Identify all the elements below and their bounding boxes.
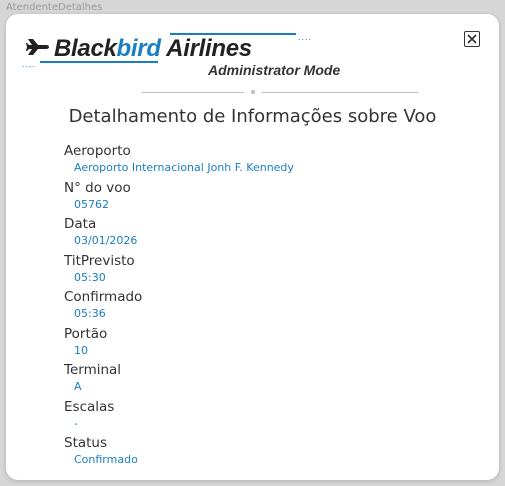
field-terminal: Terminal A xyxy=(64,361,484,398)
field-label: Confirmado xyxy=(64,289,143,305)
field-status: Status Confirmado xyxy=(64,434,484,471)
page-title: Detalhamento de Informações sobre Voo xyxy=(68,106,437,127)
field-value: - xyxy=(74,416,78,430)
field-value: 03/01/2026 xyxy=(74,234,138,247)
field-confirmado: Confirmado 05:36 xyxy=(64,288,484,325)
field-portao: Portão 10 xyxy=(64,325,484,362)
divider-left xyxy=(142,92,244,93)
field-value: 05:36 xyxy=(74,307,106,320)
field-label: Portão xyxy=(64,325,108,342)
field-aeroporto: Aeroporto Aeroporto Internacional Jonh F… xyxy=(64,142,484,179)
close-button[interactable] xyxy=(464,31,480,47)
brand-part-3: Airlines xyxy=(160,35,252,62)
brand-part-1: Black xyxy=(54,35,117,62)
field-tit-previsto: TitPrevisto 05:30 xyxy=(64,252,484,289)
brand-part-2: bird xyxy=(116,35,161,62)
field-value: Aeroporto Internacional Jonh F. Kennedy xyxy=(74,161,294,174)
field-value: 05:30 xyxy=(74,270,106,284)
logo-rule-top-dots: .... xyxy=(298,32,313,42)
field-label: N° do voo xyxy=(64,179,131,196)
field-label: Data xyxy=(64,216,97,232)
field-label: Status xyxy=(64,435,108,451)
field-data: Data 03/01/2026 xyxy=(64,215,484,252)
field-label: TitPrevisto xyxy=(64,252,135,269)
field-numero-voo: N° do voo 05762 xyxy=(64,179,484,216)
field-value: 05762 xyxy=(74,197,109,211)
brand-wordmark: Blackbird Airlines xyxy=(54,35,252,63)
window-caption: AtendenteDetalhes xyxy=(6,2,103,13)
divider-right xyxy=(262,92,418,93)
mode-label: Administrator Mode xyxy=(208,62,341,78)
divider-dot xyxy=(251,90,255,94)
field-label: Escalas xyxy=(64,398,115,415)
field-escalas: Escalas - xyxy=(64,398,484,435)
field-label: Aeroporto xyxy=(64,143,131,159)
field-value: 10 xyxy=(74,343,88,357)
flight-details-dialog: .... Blackbird Airlines .... Administrat… xyxy=(6,14,499,480)
field-value: Confirmado xyxy=(74,453,138,466)
logo-rule-bottom xyxy=(40,61,158,63)
field-value: A xyxy=(74,380,82,393)
logo-rule-bottom-dots: .... xyxy=(22,59,37,69)
flight-fields: Aeroporto Aeroporto Internacional Jonh F… xyxy=(64,142,484,471)
field-label: Terminal xyxy=(64,362,122,378)
